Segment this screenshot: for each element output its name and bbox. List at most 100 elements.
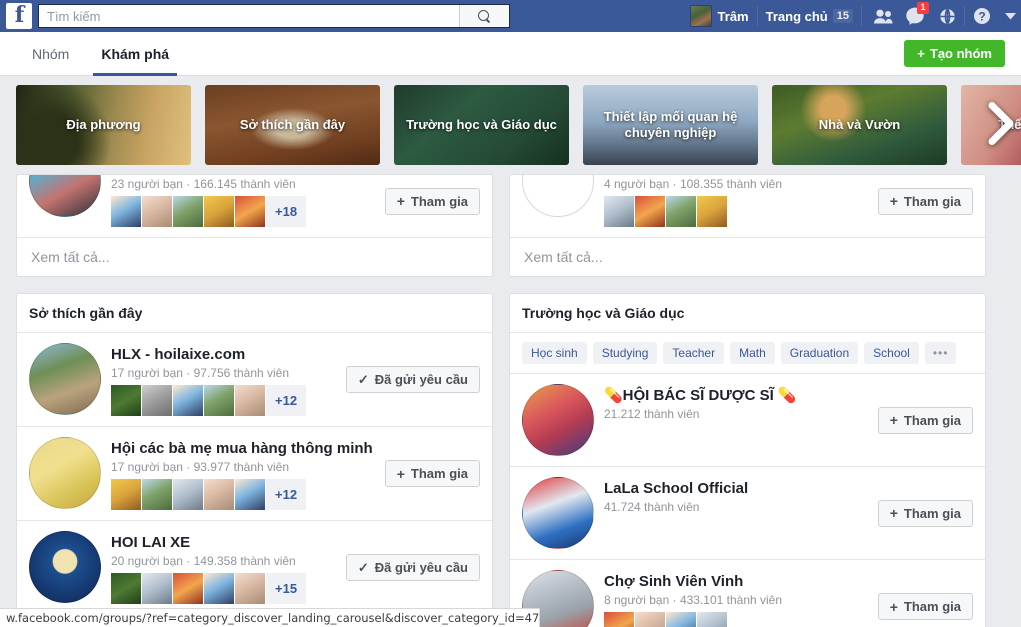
facepile-avatar xyxy=(173,385,204,416)
group-row[interactable]: HLX - hoilaixe.com 17 người bạn · 97.756… xyxy=(17,333,492,427)
facepile-avatar xyxy=(697,196,728,227)
join-group-label: Tham gia xyxy=(903,599,961,614)
account-menu-caret-icon[interactable] xyxy=(999,3,1021,29)
group-info: 23 người bạn · 166.145 thành viên +18 xyxy=(111,175,375,227)
facepile-avatar xyxy=(111,196,142,227)
carousel-card-truong-hoc-va-giao-duc[interactable]: Trường học và Giáo dục xyxy=(394,85,569,165)
friend-facepile: +18 xyxy=(111,196,375,227)
facepile-avatar xyxy=(635,612,666,627)
notifications-globe-icon[interactable] xyxy=(932,3,962,29)
facebook-logo[interactable]: f xyxy=(6,3,32,29)
carousel-card-thiet-lap-moi-quan-he-chuyen-nghiep[interactable]: Thiết lập mối quan hệ chuyên nghiệp xyxy=(583,85,758,165)
header-divider-2 xyxy=(861,6,862,26)
carousel-card-title: Nhà và Vườn xyxy=(818,117,901,132)
friend-facepile xyxy=(604,612,868,627)
chip-math[interactable]: Math xyxy=(730,342,775,364)
join-group-label: Tham gia xyxy=(410,466,468,481)
request-sent-button[interactable]: ✓ Đã gửi yêu cầu xyxy=(345,366,480,393)
search-box[interactable] xyxy=(38,4,510,28)
facepile-avatar xyxy=(697,612,728,627)
carousel-card-dia-phuong[interactable]: Địa phương xyxy=(16,85,191,165)
chip-graduation[interactable]: Graduation xyxy=(780,342,859,364)
group-name[interactable]: HLX - hoilaixe.com xyxy=(111,345,336,364)
join-group-button[interactable]: + Tham gia xyxy=(384,460,480,487)
join-group-button[interactable]: + Tham gia xyxy=(384,187,480,215)
join-group-button[interactable]: + Tham gia xyxy=(877,406,973,434)
group-action: + Tham gia xyxy=(877,593,973,620)
create-group-label: Tạo nhóm xyxy=(929,46,992,61)
plus-icon: + xyxy=(917,46,925,61)
facepile-avatar xyxy=(204,196,235,227)
group-info: HLX - hoilaixe.com 17 người bạn · 97.756… xyxy=(111,343,336,416)
see-all-link[interactable]: Xem tất cả... xyxy=(17,237,492,276)
group-info: HOI LAI XE 20 người bạn · 149.358 thành … xyxy=(111,531,336,604)
chip-hoc-sinh[interactable]: Học sinh xyxy=(522,342,587,364)
group-name[interactable]: 💊HỘI BÁC SĨ DƯỢC SĨ 💊 xyxy=(604,386,868,405)
join-group-button[interactable]: + Tham gia xyxy=(877,187,973,215)
group-row[interactable]: LaLa School Official 41.724 thành viên +… xyxy=(510,467,985,560)
right-column: 4 người bạn · 108.355 thành viên + Tham … xyxy=(509,174,986,627)
check-icon: ✓ xyxy=(357,371,369,387)
help-icon[interactable]: ? xyxy=(967,3,997,29)
category-carousel[interactable]: Địa phương Sở thích gần đây Trường học v… xyxy=(0,76,1021,174)
join-group-button[interactable]: + Tham gia xyxy=(877,593,973,620)
group-avatar xyxy=(29,531,101,603)
chip-teacher[interactable]: Teacher xyxy=(663,342,725,364)
group-meta: 4 người bạn · 108.355 thành viên xyxy=(604,177,783,191)
join-group-label: Tham gia xyxy=(903,193,961,209)
see-all-link[interactable]: Xem tất cả... xyxy=(510,237,985,276)
tab-kham-pha[interactable]: Khám phá xyxy=(85,32,185,76)
panel-title: Trường học và Giáo dục xyxy=(510,294,985,333)
carousel-card-nha-va-vuon[interactable]: Nhà và Vườn xyxy=(772,85,947,165)
group-avatar xyxy=(522,175,594,217)
group-meta: 23 người bạn · 166.145 thành viên xyxy=(111,177,296,191)
group-action: ✓ Đã gửi yêu cầu xyxy=(345,554,480,581)
group-row[interactable]: 4 người bạn · 108.355 thành viên + Tham … xyxy=(510,175,985,237)
group-row[interactable]: 💊HỘI BÁC SĨ DƯỢC SĨ 💊 21.212 thành viên … xyxy=(510,374,985,467)
chip-studying[interactable]: Studying xyxy=(592,342,658,364)
group-name[interactable]: HOI LAI XE xyxy=(111,533,336,552)
group-row[interactable]: HOI LAI XE 20 người bạn · 149.358 thành … xyxy=(17,521,492,614)
facepile-avatar xyxy=(204,385,235,416)
search-input[interactable] xyxy=(39,5,459,27)
facepile-avatar xyxy=(235,196,266,227)
header-icon-group: 1 ? xyxy=(868,2,1021,29)
group-name[interactable]: Chợ Sinh Viên Vinh xyxy=(604,572,868,591)
groups-subnav: Nhóm Khám phá + Tạo nhóm xyxy=(0,32,1021,76)
messenger-icon[interactable]: 1 xyxy=(900,2,930,29)
discover-content: 23 người bạn · 166.145 thành viên +18 + … xyxy=(0,174,1021,627)
tab-nhom-label: Nhóm xyxy=(32,45,70,62)
group-name[interactable]: LaLa School Official xyxy=(604,479,868,498)
header-nav-right: Trâm Trang chủ 15 1 ? xyxy=(682,0,1021,32)
create-group-button[interactable]: + Tạo nhóm xyxy=(904,40,1005,67)
carousel-card-title: Trường học và Giáo dục xyxy=(406,117,557,132)
group-action: + Tham gia xyxy=(384,187,480,215)
chip-more-icon[interactable]: ••• xyxy=(924,342,957,364)
profile-link[interactable]: Trâm xyxy=(682,3,757,29)
topic-chip-list: Học sinh Studying Teacher Math Graduatio… xyxy=(510,333,985,374)
group-name[interactable]: Hội các bà mẹ mua hàng thông minh xyxy=(111,439,375,458)
group-avatar xyxy=(522,384,594,456)
group-row[interactable]: Chợ Sinh Viên Vinh 8 người bạn · 433.101… xyxy=(510,560,985,627)
group-action: + Tham gia xyxy=(877,499,973,527)
check-icon: ✓ xyxy=(357,559,369,575)
tab-nhom[interactable]: Nhóm xyxy=(16,32,85,76)
join-group-button[interactable]: + Tham gia xyxy=(877,499,973,527)
group-meta: 41.724 thành viên xyxy=(604,500,700,514)
search-button[interactable] xyxy=(459,5,509,27)
partial-group-panel-left: 23 người bạn · 166.145 thành viên +18 + … xyxy=(16,174,493,277)
home-link[interactable]: Trang chủ 15 xyxy=(758,9,861,24)
messenger-badge: 1 xyxy=(917,2,929,14)
panel-truong-hoc-va-giao-duc: Trường học và Giáo dục Học sinh Studying… xyxy=(509,293,986,627)
carousel-card-so-thich-gan-day[interactable]: Sở thích gần đây xyxy=(205,85,380,165)
join-group-label: Tham gia xyxy=(903,505,961,521)
group-row[interactable]: Hội các bà mẹ mua hàng thông minh 17 ngư… xyxy=(17,427,492,521)
friend-requests-icon[interactable] xyxy=(868,3,898,29)
panel-title: Sở thích gần đây xyxy=(17,294,492,333)
left-column: 23 người bạn · 166.145 thành viên +18 + … xyxy=(16,174,493,627)
request-sent-button[interactable]: ✓ Đã gửi yêu cầu xyxy=(345,554,480,581)
chevron-right-icon[interactable] xyxy=(985,102,1015,149)
group-row[interactable]: 23 người bạn · 166.145 thành viên +18 + … xyxy=(17,175,492,237)
group-avatar xyxy=(29,343,101,415)
chip-school[interactable]: School xyxy=(864,342,919,364)
